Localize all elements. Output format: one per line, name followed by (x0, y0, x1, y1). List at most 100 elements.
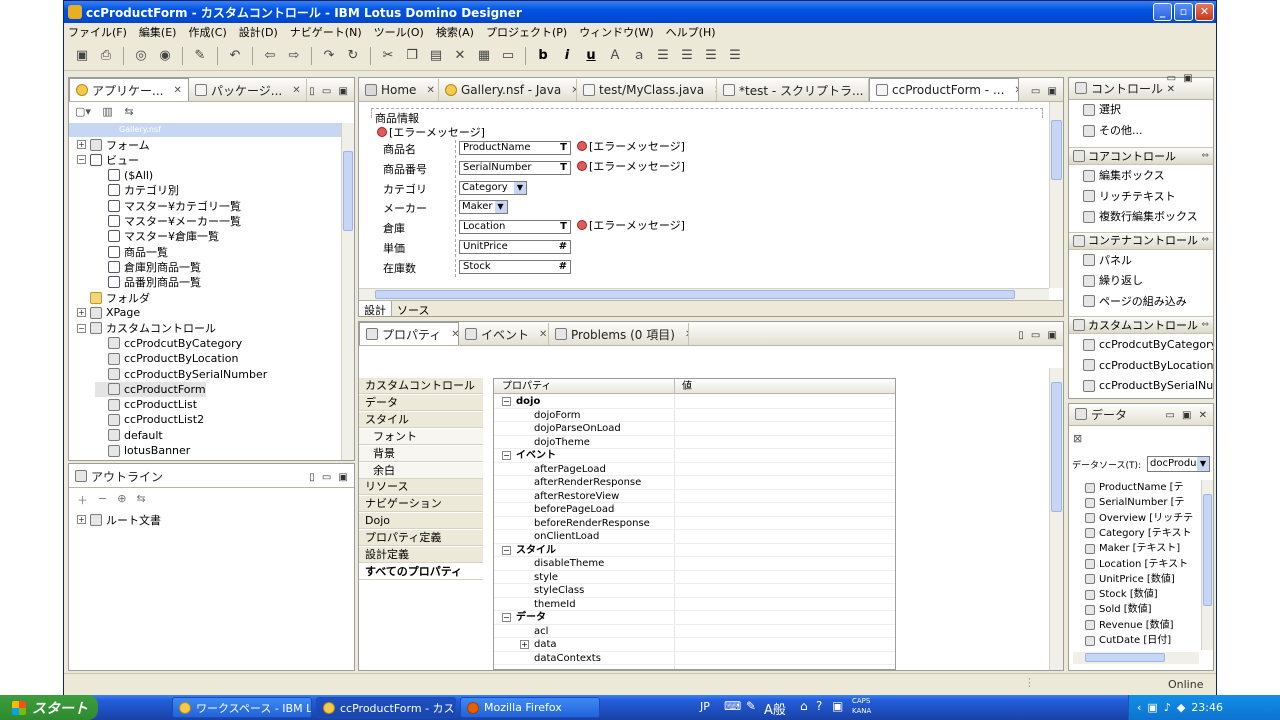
pane-window-controls[interactable]: ▯ ▭ ▣ (309, 86, 354, 101)
menu-edit[interactable]: 編集(E) (139, 24, 177, 40)
align-center-icon[interactable]: ☰ (701, 46, 721, 66)
property-category[interactable]: プロパティ定義 (359, 530, 483, 547)
close-tab-icon[interactable]: ✕ (539, 329, 547, 340)
property-category[interactable]: ナビゲーション (359, 496, 483, 513)
add-icon[interactable]: ＋ (77, 492, 88, 507)
tree-item[interactable]: 品番別商品一覧 (95, 275, 201, 290)
tab-home[interactable]: Home ✕ (359, 79, 439, 101)
save-icon[interactable]: ▣ (72, 46, 92, 66)
property-category[interactable]: リソース (359, 479, 483, 496)
menu-help[interactable]: ヘルプ(H) (666, 24, 716, 40)
palette-item[interactable]: その他... (1069, 121, 1213, 140)
align-right-icon[interactable]: ☰ (677, 46, 697, 66)
move-icon[interactable]: ⇆ (136, 492, 145, 506)
collapse-icon[interactable]: − (502, 545, 511, 555)
property-row[interactable]: onClientLoad (494, 530, 895, 544)
tree-item[interactable]: − ビュー (77, 152, 139, 167)
property-group[interactable]: − イベント (494, 449, 895, 463)
task-firefox[interactable]: Mozilla Firefox (460, 697, 600, 718)
expand-icon[interactable]: + (77, 515, 86, 524)
close-tab-icon[interactable]: ✕ (685, 329, 688, 340)
form-field-label[interactable]: 商品番号 (383, 161, 427, 177)
property-row[interactable]: afterRestoreView (494, 490, 895, 503)
bold-button[interactable]: b (533, 46, 553, 66)
undo-icon[interactable]: ↶ (225, 46, 245, 66)
property-category[interactable]: すべてのプロパティ (359, 563, 483, 580)
hscrollbar-thumb[interactable] (1085, 653, 1165, 662)
tree-item[interactable]: default (95, 428, 163, 443)
edit-box[interactable]: Stock # (459, 259, 571, 274)
tray-arrow-icon[interactable]: ‹ (1137, 701, 1141, 714)
palette-section-header[interactable]: コアコントロール ⇔ (1069, 147, 1213, 165)
pane-window-controls[interactable]: ▭ ▣ ✕ (1165, 410, 1213, 425)
tree-item[interactable]: lotusBanner (95, 443, 190, 458)
tree-item[interactable]: − カスタムコントロール (77, 321, 216, 336)
property-row[interactable]: + data (494, 638, 895, 652)
tree-item[interactable]: ccProductByLocation (95, 351, 238, 366)
chevron-down-icon[interactable]: ▼ (1197, 457, 1209, 471)
tool-icon[interactable]: ✎ (746, 699, 756, 713)
property-row[interactable]: dojoForm (494, 409, 895, 422)
error-message-control[interactable]: [エラーメッセージ] (377, 124, 485, 140)
expand-icon[interactable]: + (520, 640, 529, 649)
property-group[interactable]: − スタイル (494, 544, 895, 557)
close-button[interactable]: ✕ (1195, 3, 1214, 21)
tree-item[interactable]: マスター¥メーカー一覧 (95, 214, 241, 229)
expand-icon[interactable]: + (77, 308, 86, 318)
palette-section-header[interactable]: カスタムコントロール ⇔ (1069, 316, 1213, 334)
task-workspace[interactable]: ワークスペース - IBM L... (172, 697, 312, 718)
properties-scrollbar[interactable] (1049, 368, 1063, 670)
back-icon[interactable]: ⇦ (260, 46, 280, 66)
close-tab-icon[interactable]: ✕ (451, 329, 458, 340)
scrollbar-thumb[interactable] (1203, 494, 1212, 606)
editor-scrollbar[interactable] (1049, 102, 1063, 288)
tree-item[interactable]: + XPage (77, 305, 140, 320)
copy-icon[interactable]: ❐ (402, 46, 422, 66)
underline-button[interactable]: u (581, 46, 601, 66)
design-canvas[interactable]: 商品情報 [エラーメッセージ] 商品名 ProductName T [エラーメッセージ… (359, 102, 1049, 288)
pane-window-controls[interactable]: ▯ ▭ ▣ (1018, 330, 1063, 345)
data-field[interactable]: Overview [リッチテ (1085, 511, 1201, 526)
property-row[interactable]: style (494, 571, 895, 584)
tree-item[interactable]: 倉庫別商品一覧 (95, 259, 201, 274)
data-field[interactable]: Category [テキスト (1085, 526, 1201, 541)
remove-icon[interactable]: − (98, 492, 107, 506)
font-grow-icon[interactable]: Ａ (605, 46, 625, 66)
chevron-down-icon[interactable]: ▼ (514, 181, 526, 194)
task-ccproductform[interactable]: ccProductForm - カス... (316, 697, 456, 718)
property-row[interactable]: acl (494, 625, 895, 638)
clock[interactable]: 23:46 (1191, 701, 1223, 714)
data-field[interactable]: Sold [数値] (1085, 602, 1201, 617)
data-field[interactable]: SerialNumber [テ (1085, 495, 1201, 510)
property-category[interactable]: カスタムコントロール (359, 378, 483, 394)
data-field[interactable]: UnitPrice [数値] (1085, 572, 1201, 587)
data-field[interactable]: Location [テキスト (1085, 557, 1201, 572)
tab-design[interactable]: 設計 (359, 301, 392, 317)
tree-item[interactable]: + フォーム (77, 137, 150, 152)
data-field[interactable]: ProductName [テ (1085, 480, 1201, 495)
tab-properties[interactable]: プロパティ ✕ (359, 322, 459, 345)
property-row[interactable]: dojoParseOnLoad (494, 422, 895, 436)
collapse-drawer-icon[interactable]: ⇔ (1201, 317, 1209, 334)
preview-icon[interactable]: ◎ (131, 46, 151, 66)
menu-navigate[interactable]: ナビゲート(N) (290, 24, 362, 40)
tree-item[interactable]: 商品一覧 (95, 244, 168, 259)
close-tab-icon[interactable]: ✕ (1014, 85, 1018, 96)
collapse-icon[interactable]: − (502, 613, 511, 622)
ime-tools-icon[interactable]: ▣ (832, 699, 843, 713)
scrollbar-thumb[interactable] (1051, 120, 1062, 180)
close-tab-icon[interactable]: ✕ (292, 85, 300, 96)
menu-project[interactable]: プロジェクト(P) (486, 24, 567, 40)
data-field[interactable]: Revenue [数値] (1085, 618, 1201, 633)
cut-icon[interactable]: ✂ (378, 46, 398, 66)
palette-item[interactable]: ccProductBySerialNum... (1069, 376, 1213, 395)
edit-box[interactable]: ProductName T (459, 141, 571, 155)
data-source-icon[interactable]: ⊠ (1073, 432, 1082, 445)
table-icon[interactable]: ▦ (474, 46, 494, 66)
data-field[interactable]: CutDate [日付] (1085, 633, 1201, 648)
collapse-icon[interactable]: − (77, 323, 86, 333)
data-field[interactable]: Stock [数値] (1085, 587, 1201, 602)
chevron-down-icon[interactable]: ▼ (494, 201, 507, 214)
tab-problems[interactable]: Problems (0 項目) ✕ (549, 323, 689, 345)
print-icon[interactable]: ⎙ (96, 46, 116, 66)
